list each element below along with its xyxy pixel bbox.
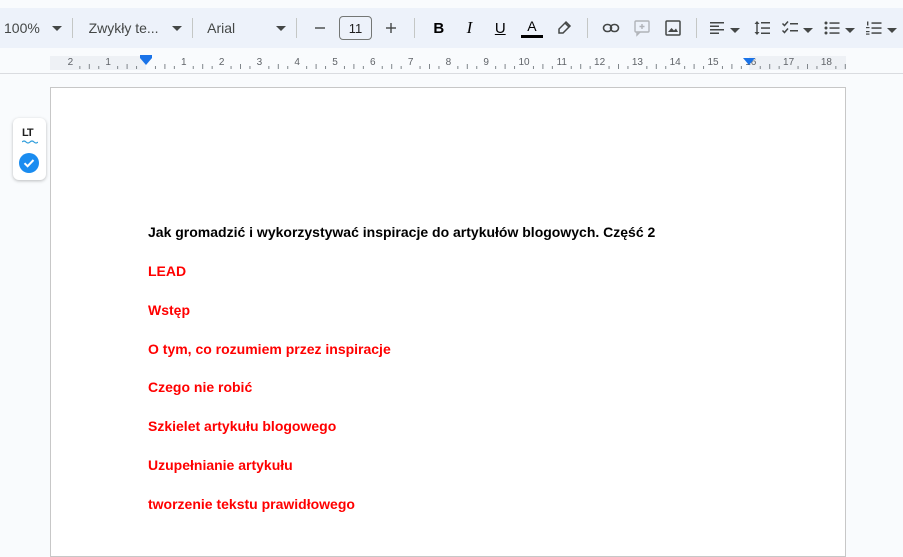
underline-icon: U (494, 19, 506, 37)
ruler-label: 1 (181, 57, 187, 68)
toolbar-separator (71, 18, 73, 38)
ruler-label: 15 (707, 57, 719, 68)
ruler-label: 5 (332, 57, 338, 68)
zoom-value: 100% (4, 20, 40, 36)
ruler-label: 4 (294, 57, 300, 68)
highlighter-icon (557, 20, 571, 34)
toolbar-separator (696, 18, 698, 38)
numbered-list-menu[interactable] (865, 16, 899, 40)
toolbar-separator (192, 18, 194, 38)
font-select[interactable]: Arial (201, 14, 287, 42)
ruler-label: 13 (632, 57, 644, 68)
text-color-swatch (520, 34, 543, 38)
heading-czego-nie-robic[interactable]: Czego nie robić (148, 379, 252, 395)
toolbar-separator (587, 18, 588, 38)
highlight-color-button[interactable] (552, 16, 575, 40)
toolbar-separator (414, 18, 416, 38)
languagetool-check-icon (19, 153, 39, 173)
ruler-label: 2 (219, 57, 225, 68)
checklist-icon (781, 21, 798, 34)
insert-link-button[interactable] (600, 16, 623, 40)
ruler-label: 18 (821, 57, 833, 68)
font-size-input[interactable]: 11 (339, 16, 372, 40)
underline-button[interactable]: U (489, 16, 512, 40)
italic-button[interactable]: I (458, 16, 481, 40)
ruler-label: 11 (557, 57, 568, 68)
ruler-label: 3 (257, 57, 263, 68)
bulleted-list-menu[interactable] (823, 16, 857, 40)
heading-inspiracje[interactable]: O tym, co rozumiem przez inspiracje (148, 341, 391, 357)
text-color-button[interactable]: A (520, 16, 545, 40)
heading-lead[interactable]: LEAD (148, 263, 186, 279)
document-page[interactable]: Jak gromadzić i wykorzystywać inspiracje… (50, 87, 846, 557)
insert-image-button[interactable] (661, 16, 684, 40)
paragraph-style-select[interactable]: Zwykły te... (81, 14, 185, 42)
align-menu[interactable] (709, 16, 742, 40)
bulleted-list-icon (824, 21, 840, 35)
text-color-icon: A (527, 17, 537, 34)
horizontal-ruler[interactable]: 21123456789101112131415161718 (0, 52, 903, 74)
ruler-label: 12 (594, 57, 606, 68)
increase-font-size-button[interactable] (380, 16, 403, 40)
ruler-label: 1 (105, 57, 111, 68)
heading-szkielet[interactable]: Szkielet artykułu blogowego (148, 418, 336, 434)
line-spacing-button[interactable] (750, 16, 773, 40)
heading-wstep[interactable]: Wstęp (148, 302, 190, 318)
ruler-label: 6 (370, 57, 376, 68)
line-spacing-icon (754, 21, 770, 35)
add-comment-icon (634, 20, 650, 37)
languagetool-wave-icon (22, 140, 38, 144)
ruler-label: 17 (783, 57, 795, 68)
ruler-label: 14 (670, 57, 682, 68)
zoom-select[interactable]: 100% (4, 14, 64, 42)
bold-icon: B (433, 19, 445, 37)
ruler-label: 8 (446, 57, 452, 68)
align-left-icon (710, 22, 725, 34)
ruler-scale: 21123456789101112131415161718 (50, 55, 846, 70)
bold-button[interactable]: B (427, 16, 450, 40)
font-size-value: 11 (348, 20, 363, 36)
toolbar-separator (295, 18, 297, 38)
paragraph-style-value: Zwykły te... (88, 20, 159, 36)
heading-uzupelnianie[interactable]: Uzupełnianie artykułu (148, 457, 293, 473)
image-icon (665, 20, 681, 36)
add-comment-button[interactable] (631, 16, 654, 40)
font-value: Arial (207, 20, 236, 36)
languagetool-logo-icon: LT (22, 127, 34, 139)
decrease-font-size-button[interactable] (309, 16, 332, 40)
heading-tworzenie[interactable]: tworzenie tekstu prawidłowego (148, 496, 355, 512)
document-title[interactable]: Jak gromadzić i wykorzystywać inspiracje… (148, 224, 655, 240)
numbered-list-icon (866, 21, 882, 35)
ruler-label: 10 (518, 57, 530, 68)
ruler-label: 2 (68, 57, 74, 68)
minus-icon (314, 27, 325, 29)
formatting-toolbar: 100% Zwykły te... Arial 11 B I U A (0, 8, 903, 48)
plus-icon (386, 23, 397, 33)
italic-icon: I (466, 18, 473, 37)
ruler-label: 7 (408, 57, 414, 68)
checklist-menu[interactable] (781, 16, 815, 40)
languagetool-widget[interactable]: LT (13, 118, 46, 180)
link-icon (603, 23, 620, 33)
ruler-label: 9 (483, 57, 489, 68)
